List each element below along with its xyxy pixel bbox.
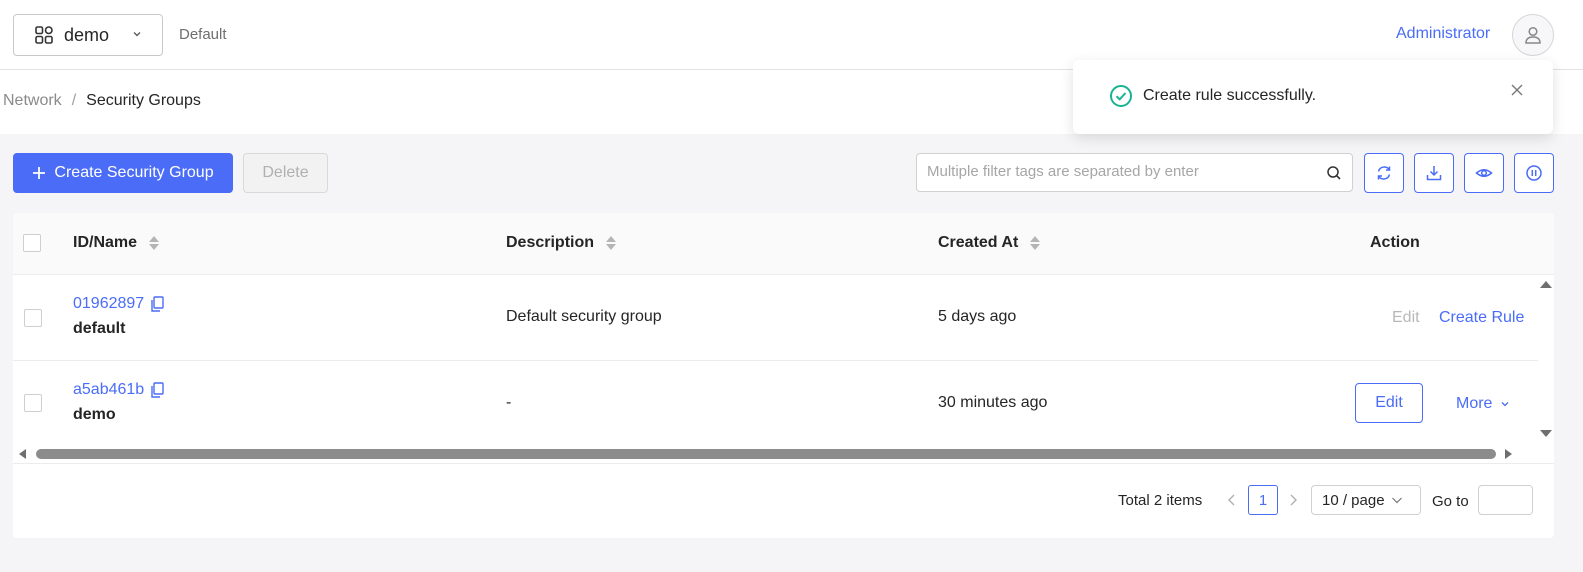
delete-button[interactable]: Delete [243, 153, 328, 193]
breadcrumb-separator: / [71, 92, 77, 109]
description-cell: - [506, 394, 512, 411]
column-label: Action [1370, 234, 1420, 251]
scroll-up-arrow-icon[interactable] [1539, 279, 1553, 289]
column-label: ID/Name [73, 234, 138, 251]
page-size-select[interactable]: 10 / page [1311, 485, 1421, 515]
column-id-name[interactable]: ID/Name [73, 234, 160, 252]
select-all-checkbox[interactable] [23, 234, 41, 252]
more-actions-dropdown[interactable]: More [1456, 395, 1510, 413]
column-visibility-button[interactable] [1464, 153, 1504, 193]
column-label: Description [506, 234, 595, 251]
scroll-left-arrow-icon[interactable] [17, 448, 27, 460]
avatar[interactable] [1512, 14, 1554, 56]
breadcrumb-network[interactable]: Network [3, 92, 62, 110]
column-description[interactable]: Description [506, 234, 617, 252]
description-cell: Default security group [506, 308, 662, 325]
chevron-down-icon [1501, 402, 1509, 407]
resource-id-link[interactable]: 01962897 [73, 295, 164, 313]
apps-grid-icon [35, 26, 53, 44]
chevron-down-icon [133, 32, 141, 37]
create-security-group-button[interactable]: Create Security Group [13, 153, 233, 193]
prev-page-icon[interactable] [1226, 493, 1238, 507]
more-label: More [1456, 395, 1493, 412]
created-at-cell: 5 days ago [938, 308, 1017, 325]
download-icon [1426, 166, 1442, 181]
success-toast: Create rule successfully. [1073, 60, 1553, 134]
user-menu-link[interactable]: Administrator [1396, 25, 1490, 43]
edit-button-label: Edit [1375, 394, 1403, 411]
pause-icon [1526, 165, 1542, 181]
create-rule-link[interactable]: Create Rule [1439, 309, 1524, 327]
edit-button[interactable]: Edit [1355, 383, 1423, 423]
next-page-icon[interactable] [1287, 493, 1299, 507]
search-box [916, 153, 1353, 192]
sort-icon [1030, 236, 1041, 250]
page-size-value: 10 / page [1322, 491, 1385, 509]
resource-id: 01962897 [73, 295, 145, 312]
page-number-1[interactable]: 1 [1248, 485, 1278, 515]
divider [13, 463, 1554, 464]
resource-id: a5ab461b [73, 381, 145, 398]
horizontal-scrollbar[interactable] [13, 445, 1554, 463]
scrollbar-thumb[interactable] [36, 449, 1496, 459]
column-created-at[interactable]: Created At [938, 234, 1041, 252]
plus-icon [33, 167, 46, 179]
table-header: ID/Name Description Created At Action [13, 213, 1554, 275]
copy-icon[interactable] [150, 296, 164, 312]
download-button[interactable] [1414, 153, 1454, 193]
toast-message: Create rule successfully. [1143, 87, 1317, 104]
user-icon [1525, 26, 1541, 44]
project-name: demo [64, 24, 110, 45]
total-items: Total 2 items [1118, 492, 1203, 509]
sort-icon [606, 236, 617, 250]
scroll-down-arrow-icon[interactable] [1539, 429, 1553, 439]
region-label[interactable]: Default [179, 26, 227, 43]
goto-page-box [1478, 485, 1533, 515]
resource-name: default [73, 320, 126, 337]
security-groups-table: ID/Name Description Created At Action 01… [13, 213, 1554, 538]
check-circle-icon [1110, 85, 1132, 107]
column-label: Created At [938, 234, 1019, 251]
row-checkbox[interactable] [24, 309, 42, 327]
copy-icon[interactable] [150, 382, 164, 398]
goto-page-input[interactable] [1479, 486, 1532, 514]
delete-button-label: Delete [262, 164, 309, 181]
pause-refresh-button[interactable] [1514, 153, 1554, 193]
column-action: Action [1370, 234, 1420, 252]
table-row: 01962897 default Default security group … [13, 275, 1538, 361]
close-icon[interactable] [1509, 82, 1525, 98]
resource-name: demo [73, 406, 116, 423]
project-selector[interactable]: demo [13, 14, 163, 56]
search-icon[interactable] [1326, 165, 1342, 181]
row-checkbox[interactable] [24, 394, 42, 412]
sort-icon [149, 236, 160, 250]
created-at-cell: 30 minutes ago [938, 394, 1048, 411]
resource-id-link[interactable]: a5ab461b [73, 381, 164, 399]
edit-action-disabled: Edit [1392, 309, 1420, 326]
table-row: a5ab461b demo - 30 minutes ago Edit More [13, 361, 1538, 447]
goto-label: Go to [1432, 493, 1469, 510]
eye-icon [1475, 169, 1493, 177]
scroll-right-arrow-icon[interactable] [1504, 448, 1514, 460]
vertical-scrollbar[interactable] [1538, 275, 1554, 445]
chevron-down-icon [1391, 497, 1402, 504]
refresh-icon [1377, 166, 1391, 180]
pagination: Total 2 items 1 10 / page Go to [13, 483, 1554, 519]
page-number-label: 1 [1258, 491, 1268, 509]
breadcrumb-current: Security Groups [86, 92, 201, 109]
refresh-button[interactable] [1364, 153, 1404, 193]
search-input[interactable] [927, 163, 1317, 180]
breadcrumb: Network / Security Groups [3, 92, 201, 110]
create-button-label: Create Security Group [54, 164, 214, 181]
